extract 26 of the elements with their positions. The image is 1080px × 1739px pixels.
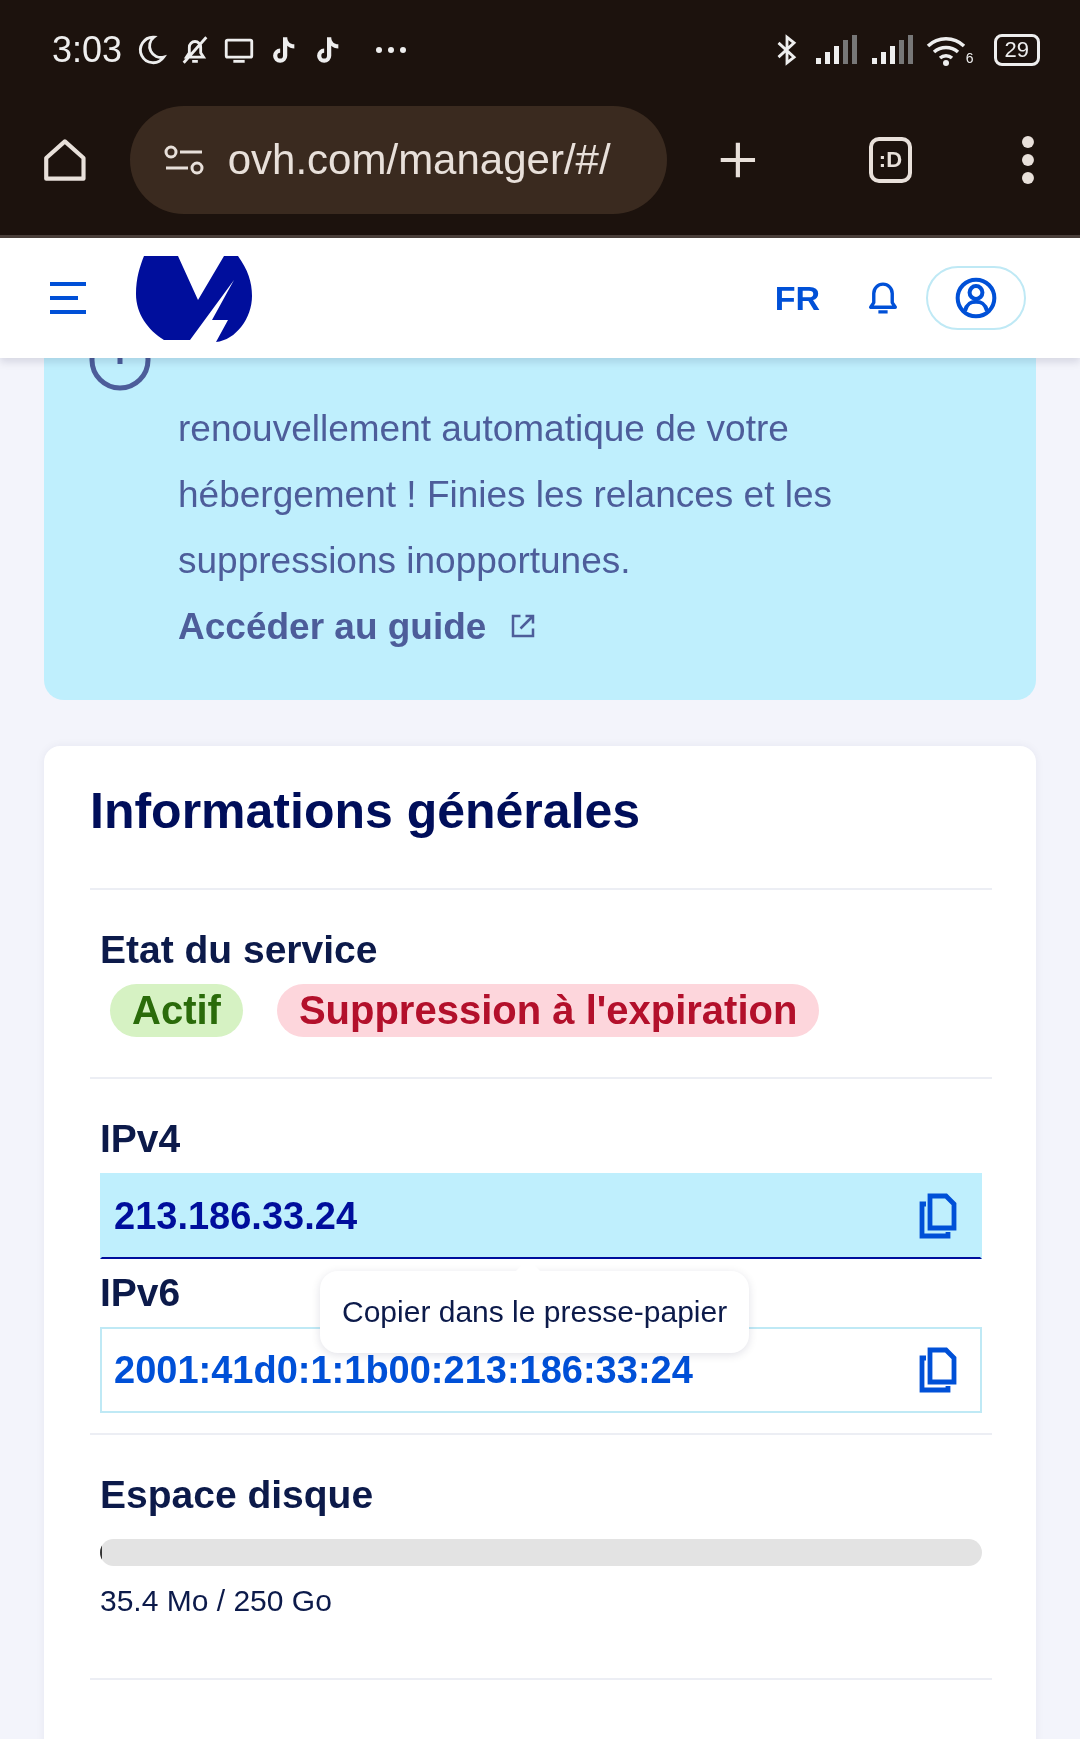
ip-field[interactable]: 2001:41d0:1:1b00:213:186:33:24 bbox=[100, 1327, 982, 1413]
menu-icon[interactable] bbox=[48, 281, 88, 315]
field-label: IPv4 bbox=[100, 1117, 181, 1161]
disk-usage: 35.4 Mo / 250 Go bbox=[100, 1584, 333, 1619]
tab-switcher-button[interactable]: :D bbox=[868, 137, 913, 183]
wifi-label: 6 bbox=[965, 50, 974, 66]
user-icon bbox=[954, 276, 998, 320]
more-icon bbox=[374, 45, 409, 55]
signal-icon bbox=[813, 34, 860, 66]
field-label: Etat du service bbox=[100, 928, 378, 972]
card-title: Informations générales bbox=[90, 782, 992, 890]
wifi-icon bbox=[925, 34, 966, 66]
battery-indicator: 29 bbox=[993, 34, 1040, 66]
menu-icon[interactable] bbox=[1020, 135, 1036, 185]
status-badge: Suppression à l'expiration bbox=[276, 984, 820, 1037]
account-button[interactable] bbox=[926, 266, 1026, 330]
address-bar[interactable]: ovh.com/manager/#/ bbox=[129, 106, 668, 214]
status-badge: Actif bbox=[110, 984, 243, 1037]
language-selector[interactable]: FR bbox=[774, 278, 820, 318]
info-icon bbox=[88, 358, 152, 392]
guide-link[interactable]: Accéder au guide bbox=[178, 606, 539, 647]
signal-icon bbox=[869, 34, 916, 66]
status-time: 3:03 bbox=[52, 29, 123, 71]
ip-field[interactable]: 213.186.33.24 bbox=[100, 1173, 982, 1259]
field-label: Espace disque bbox=[100, 1473, 374, 1517]
field-label: IPv6 bbox=[100, 1271, 181, 1315]
